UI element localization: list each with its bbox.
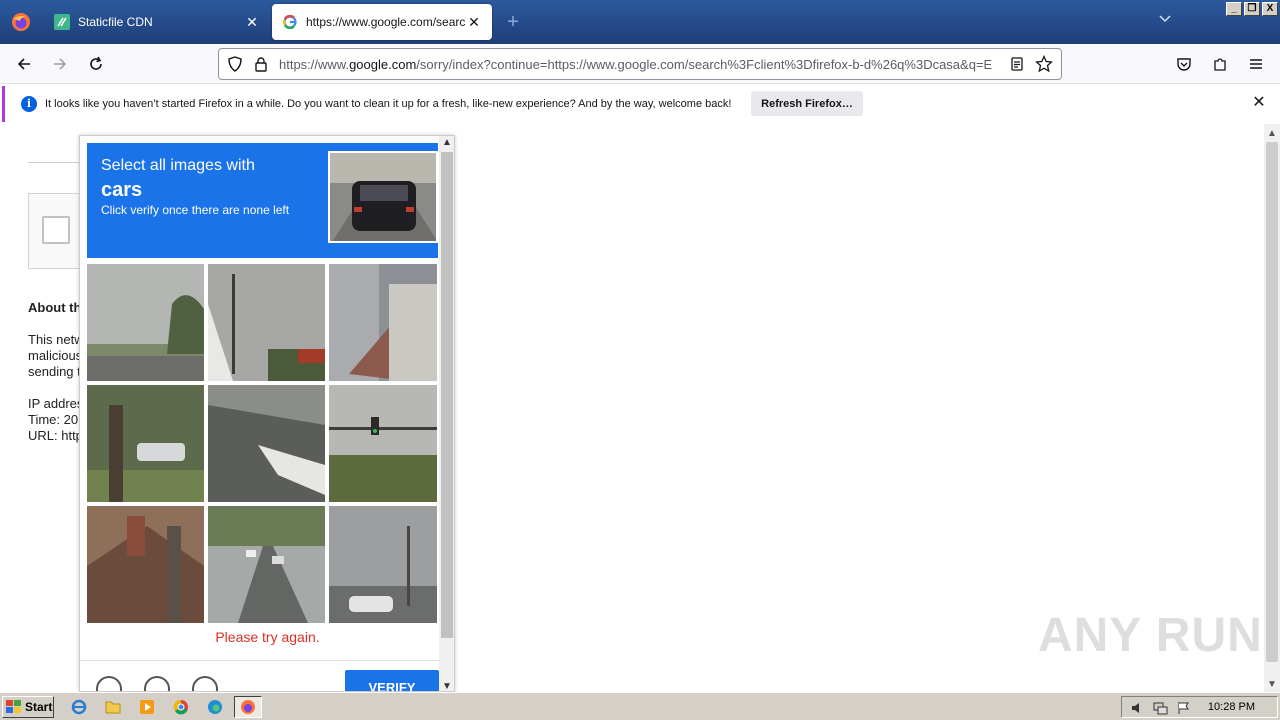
taskbar: Start 10:28 PM [0, 692, 1280, 720]
close-window-button[interactable]: X [1262, 2, 1278, 16]
verify-button[interactable]: VERIFY [345, 670, 439, 691]
captcha-tile-1[interactable] [87, 264, 204, 381]
captcha-tile-6[interactable] [329, 385, 446, 502]
url-suffix: /sorry/index?continue=https://www.google… [416, 57, 993, 72]
reader-view-icon[interactable] [1009, 56, 1025, 77]
scroll-down-icon[interactable]: ▼ [442, 681, 452, 691]
forward-arrow-icon[interactable] [48, 52, 72, 76]
taskbar-firefox-button[interactable] [234, 696, 262, 718]
lock-icon[interactable] [253, 56, 269, 77]
start-label: Start [25, 700, 53, 714]
page-text-line: sending t [28, 364, 81, 379]
scroll-down-icon[interactable]: ▼ [1267, 679, 1277, 690]
instruction-line: Select all images with [101, 157, 255, 174]
action-center-flag-icon[interactable] [1176, 701, 1192, 715]
chrome-icon[interactable] [170, 697, 192, 717]
challenge-header: Select all images with cars Click verify… [87, 143, 438, 258]
captcha-tile-3[interactable] [329, 264, 446, 381]
url-prefix: https://www. [279, 57, 350, 72]
start-button[interactable]: Start [2, 696, 54, 718]
info-icon: i [21, 96, 37, 112]
scroll-up-icon[interactable]: ▲ [1267, 128, 1277, 139]
tab-staticfile[interactable]: Staticfile CDN ✕ [44, 4, 270, 40]
notification-bar: i It looks like you haven’t started Fire… [2, 86, 1276, 122]
page-text-line: malicious [28, 348, 83, 363]
hamburger-menu-icon[interactable] [1244, 52, 1268, 76]
staticfile-favicon-icon [54, 14, 70, 30]
close-icon[interactable]: ✕ [1251, 95, 1267, 111]
scrollbar-thumb[interactable] [441, 152, 453, 638]
url-text[interactable]: https://www.google.com/sorry/index?conti… [279, 57, 1005, 72]
network-icon[interactable] [1152, 701, 1168, 715]
about-heading: About th [28, 300, 82, 315]
anyrun-watermark: ANY RUN [1038, 609, 1263, 662]
page-text-line: IP addres [28, 396, 84, 411]
tab-google-search[interactable]: https://www.google.com/search?c ✕ [272, 4, 492, 40]
info-help-icon[interactable] [192, 676, 218, 691]
tab-title: Staticfile CDN [78, 15, 153, 29]
google-favicon-icon [282, 14, 298, 30]
tab-strip: Staticfile CDN ✕ https://www.google.com/… [0, 0, 1280, 44]
minimize-button[interactable]: _ [1226, 2, 1242, 16]
bookmark-star-icon[interactable] [1034, 54, 1054, 78]
reload-challenge-icon[interactable] [96, 676, 122, 691]
tracking-protection-shield-icon[interactable] [227, 56, 243, 77]
volume-icon[interactable] [1130, 701, 1146, 715]
screen: Staticfile CDN ✕ https://www.google.com/… [0, 0, 1280, 720]
instruction-hint: Click verify once there are none left [101, 203, 290, 217]
firefox-icon [241, 700, 255, 714]
clock: 10:28 PM [1207, 701, 1255, 713]
url-domain: google.com [349, 57, 417, 72]
captcha-tile-7[interactable] [87, 506, 204, 623]
notification-message: It looks like you haven’t started Firefo… [45, 98, 732, 110]
firefox-menu-icon[interactable] [0, 0, 42, 44]
sample-car-image [328, 151, 438, 243]
captcha-tile-5[interactable] [208, 385, 325, 502]
folder-icon[interactable] [102, 697, 124, 717]
window-controls: _ ❐ X [1226, 2, 1278, 16]
error-message: Please try again. [215, 629, 320, 645]
system-tray: 10:28 PM [1121, 696, 1278, 718]
captcha-tile-2[interactable] [208, 264, 325, 381]
captcha-tile-4[interactable] [87, 385, 204, 502]
page-text-line: URL: http [28, 428, 83, 443]
tab-close-icon[interactable]: ✕ [466, 14, 482, 30]
page-text-line: This netw [28, 332, 84, 347]
chevron-down-icon[interactable] [1158, 12, 1176, 32]
target-object: cars [101, 179, 143, 201]
windows-logo-icon [6, 700, 21, 713]
navigation-toolbar: https://www.google.com/sorry/index?conti… [0, 44, 1280, 84]
page-text-line: Time: 20 [28, 412, 79, 427]
restore-button[interactable]: ❐ [1244, 2, 1260, 16]
page-scrollbar[interactable]: ▲ ▼ [1264, 124, 1280, 692]
recaptcha-checkbox[interactable] [42, 216, 70, 244]
refresh-firefox-button[interactable]: Refresh Firefox… [751, 91, 863, 116]
scroll-up-icon[interactable]: ▲ [442, 137, 452, 148]
captcha-tile-9[interactable] [329, 506, 446, 623]
challenge-footer-divider [80, 660, 440, 661]
back-arrow-icon[interactable] [12, 52, 36, 76]
internet-explorer-icon[interactable] [68, 697, 90, 717]
audio-challenge-icon[interactable] [144, 676, 170, 691]
edge-icon[interactable] [204, 697, 226, 717]
pocket-icon[interactable] [1172, 52, 1196, 76]
tab-title: https://www.google.com/search?c [306, 15, 466, 29]
extensions-puzzle-icon[interactable] [1208, 52, 1232, 76]
new-tab-icon[interactable]: + [502, 12, 524, 34]
scrollbar-thumb[interactable] [1266, 142, 1278, 662]
url-bar[interactable]: https://www.google.com/sorry/index?conti… [218, 48, 1062, 80]
media-player-icon[interactable] [136, 697, 158, 717]
reload-icon[interactable] [84, 52, 108, 76]
challenge-scrollbar[interactable]: ▲ ▼ [439, 136, 454, 691]
captcha-tile-8[interactable] [208, 506, 325, 623]
captcha-challenge-popup: Select all images with cars Click verify… [79, 135, 455, 692]
tab-close-icon[interactable]: ✕ [244, 14, 260, 30]
